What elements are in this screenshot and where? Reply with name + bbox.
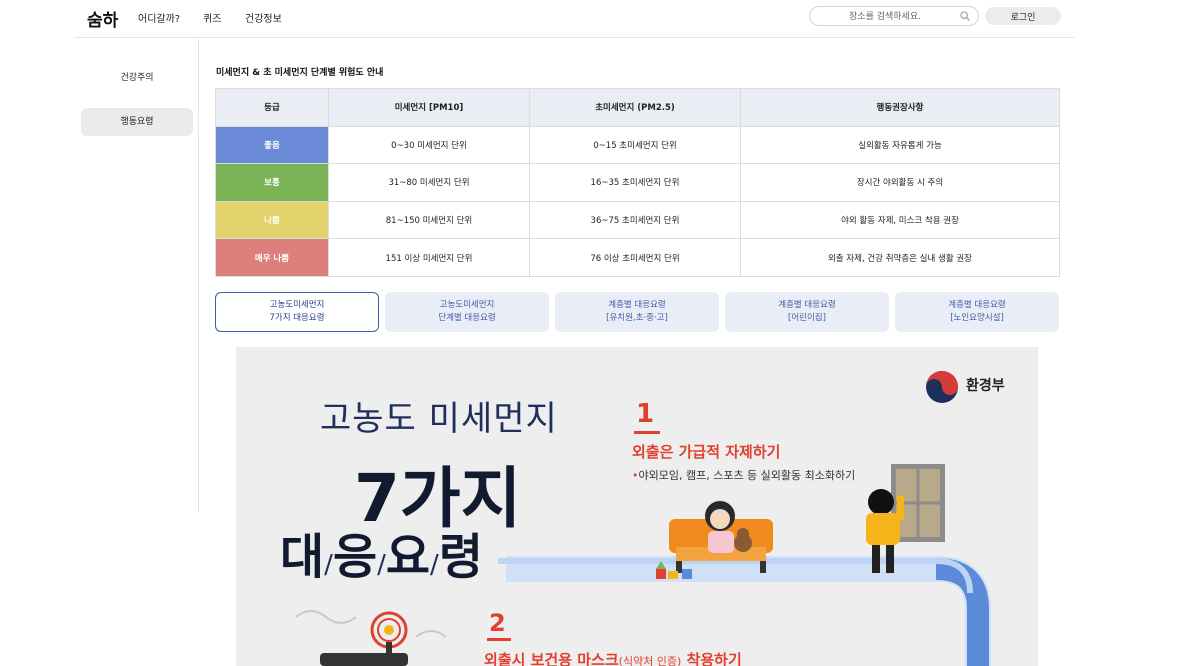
tab-line1: 계층별 대응요령 [608,300,666,310]
tab-7-steps[interactable]: 고농도미세먼지 7가지 대응요령 [215,292,379,332]
sidebar-divider [198,39,199,512]
grade-table: 등급 미세먼지 [PM10] 초미세먼지 (PM2.5) 행동권장사항 좋음 0… [215,88,1060,277]
step1-subtext-text: 야외모임, 캠프, 스포츠 등 실외활동 최소화하기 [638,469,856,482]
pm25-cell: 36~75 초미세먼지 단위 [529,200,741,240]
tab-line2: 7가지 대응요령 [269,313,325,323]
tab-school-guide[interactable]: 계층별 대응요령 [유치원,초·중·고] [555,292,719,332]
search-icon[interactable] [960,11,970,21]
step2-number: 2 [489,609,506,637]
pm10-cell: 81~150 미세먼지 단위 [328,200,530,240]
nav-health-info[interactable]: 건강정보 [245,10,282,25]
poster-title-small: 고농도 미세먼지 [320,399,558,439]
nav-quiz[interactable]: 퀴즈 [203,10,221,25]
section-title: 미세먼지 & 초 미세먼지 단계별 위험도 안내 [216,68,384,78]
tab-line1: 고농도미세먼지 [439,300,495,310]
table-header-row: 등급 미세먼지 [PM10] 초미세먼지 (PM2.5) 행동권장사항 [215,88,1060,127]
tab-line2: [유치원,초·중·고] [606,313,668,323]
tab-line1: 계층별 대응요령 [778,300,836,310]
tab-senior-guide[interactable]: 계층별 대응요령 [노인요양시설] [895,292,1059,332]
header-action: 행동권장사항 [740,88,1060,127]
top-header: 숨하 어디갈까? 퀴즈 건강정보 로그인 [74,0,1075,38]
pm25-cell: 76 이상 초미세먼지 단위 [529,238,741,277]
guide-tabs: 고농도미세먼지 7가지 대응요령 고농도미세먼지 단계별 대응요령 계층별 대응… [215,292,1059,332]
login-button[interactable]: 로그인 [985,7,1061,25]
step1-underline [634,431,660,434]
header-pm10: 미세먼지 [PM10] [328,88,530,127]
grade-badge-bad: 나쁨 [215,200,329,240]
nav-where-to-go[interactable]: 어디갈까? [138,10,180,25]
ministry-logo-text: 환경부 [966,378,1005,394]
grade-badge-normal: 보통 [215,163,329,202]
table-row: 좋음 0~30 미세먼지 단위 0~15 초미세먼지 단위 실외활동 자유롭게 … [215,125,1060,165]
table-row: 보통 31~80 미세먼지 단위 16~35 초미세먼지 단위 장시간 야외활동… [215,163,1060,202]
pm10-cell: 31~80 미세먼지 단위 [328,163,530,202]
step1-number: 1 [636,399,655,429]
step2-heading-text: 외출시 보건용 마스크 [484,651,619,666]
sidebar-item-health-alert[interactable]: 건강주의 [81,64,193,92]
header-pm25: 초미세먼지 (PM2.5) [529,88,741,127]
guide-poster: 고농도 미세먼지 7가지 대/응/요/령 환경부 1 외출은 가급적 자제하기 … [236,347,1038,666]
action-cell: 외출 자제, 건강 취약층은 실내 생활 권장 [740,238,1060,277]
poster-word-3: 요 [385,529,431,585]
action-cell: 실외활동 자유롭게 가능 [740,125,1060,165]
tab-line2: [노인요양시설] [950,313,1004,323]
grade-badge-very-bad: 매우 나쁨 [215,238,329,277]
site-logo[interactable]: 숨하 [87,6,118,31]
table-row: 매우 나쁨 151 이상 미세먼지 단위 76 이상 초미세먼지 단위 외출 자… [215,238,1060,277]
step2-underline [487,638,511,641]
pm10-cell: 151 이상 미세먼지 단위 [328,238,530,277]
poster-title-words: 대/응/요/령 [280,529,483,585]
tab-line2: 단계별 대응요령 [438,313,496,323]
tab-daycare-guide[interactable]: 계층별 대응요령 [어린이집] [725,292,889,332]
poster-word-2: 응 [332,529,378,585]
sidebar-item-action-guide[interactable]: 행동요령 [81,108,193,136]
step2-heading-end: 착용하기 [681,651,742,666]
pm25-cell: 0~15 초미세먼지 단위 [529,125,741,165]
search-box [809,6,979,26]
pm10-cell: 0~30 미세먼지 단위 [328,125,530,165]
step2-heading-note: (식약처 인증) [618,655,682,666]
action-cell: 장시간 야외활동 시 주의 [740,163,1060,202]
step1-subtext: •야외모임, 캠프, 스포츠 등 실외활동 최소화하기 [632,469,856,482]
tab-line1: 계층별 대응요령 [948,300,1006,310]
search-input[interactable] [820,9,950,24]
poster-word-4: 령 [438,529,483,585]
tab-line1: 고농도미세먼지 [269,300,325,310]
action-cell: 야외 활동 자제, 미스크 착용 권장 [740,200,1060,240]
table-row: 나쁨 81~150 미세먼지 단위 36~75 초미세먼지 단위 야외 활동 자… [215,200,1060,240]
grade-badge-good: 좋음 [215,125,329,165]
step2-heading: 외출시 보건용 마스크(식약처 인증) 착용하기 [484,649,742,666]
tab-stage-guide[interactable]: 고농도미세먼지 단계별 대응요령 [385,292,549,332]
step1-heading: 외출은 가급적 자제하기 [632,443,781,461]
tab-line2: [어린이집] [788,313,826,323]
header-grade: 등급 [215,88,329,127]
pm25-cell: 16~35 초미세먼지 단위 [529,163,741,202]
poster-word-1: 대 [280,529,325,585]
